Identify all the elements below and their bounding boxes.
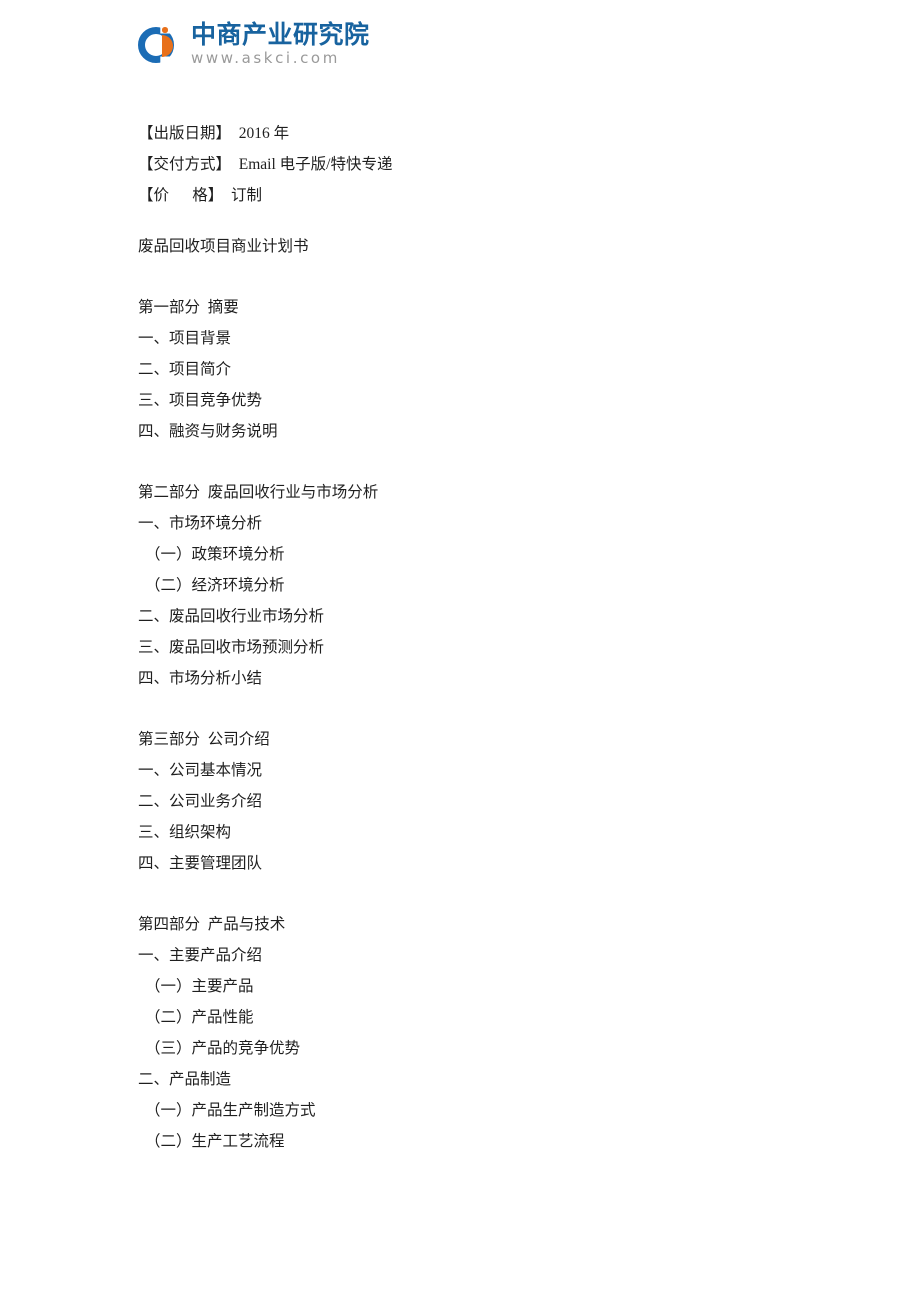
toc-entry: （三）产品的竞争优势 [145,1040,301,1057]
toc-entry: （一）主要产品 [145,978,254,995]
toc-entry: 一、主要产品介绍 [138,947,263,964]
document-body: 【出版日期】 2016 年 【交付方式】 Email 电子版/特快专递 【价 格… [138,118,838,1157]
toc-entry: （二）经济环境分析 [145,577,285,594]
metadata-label: 【交付方式】 [138,156,232,173]
toc-entry: 一、项目背景 [138,330,232,347]
toc-entry: 二、项目简介 [138,361,232,378]
logo-company-name: 中商产业研究院 [191,20,370,49]
toc-section: 第三部分 公司介绍 一、公司基本情况 二、公司业务介绍 三、组织架构 四、主要管… [138,724,838,879]
section-heading: 第一部分 摘要 [138,299,239,316]
toc-entry: 三、项目竞争优势 [138,392,263,409]
metadata-row: 【交付方式】 Email 电子版/特快专递 [138,149,838,180]
toc-entry: 三、废品回收市场预测分析 [138,639,325,656]
toc-section: 第一部分 摘要 一、项目背景 二、项目简介 三、项目竞争优势 四、融资与财务说明 [138,292,838,447]
toc-entry: 四、主要管理团队 [138,855,263,872]
page-title: 废品回收项目商业计划书 [138,238,309,255]
section-heading: 第四部分 产品与技术 [138,916,286,933]
toc-entry: 四、融资与财务说明 [138,423,278,440]
logo-website-url: www.askci.com [191,49,340,68]
toc-entry: 一、市场环境分析 [138,515,263,532]
askci-logo-icon [138,23,184,67]
toc-entry: 一、公司基本情况 [138,762,263,779]
toc-entry: （一）产品生产制造方式 [145,1102,316,1119]
metadata-value: 订制 [231,187,263,204]
section-heading: 第二部分 废品回收行业与市场分析 [138,484,379,501]
toc-entry: （二）生产工艺流程 [145,1133,285,1150]
metadata-label: 【出版日期】 [138,125,232,142]
toc-entry: 二、公司业务介绍 [138,793,263,810]
toc-entry: 三、组织架构 [138,824,232,841]
metadata-block: 【出版日期】 2016 年 【交付方式】 Email 电子版/特快专递 【价 格… [138,118,838,211]
metadata-row: 【出版日期】 2016 年 [138,118,838,149]
metadata-value: 2016 年 [238,125,290,142]
toc-entry: 二、废品回收行业市场分析 [138,608,325,625]
toc-entry: 四、市场分析小结 [138,670,263,687]
metadata-row: 【价 格】 订制 [138,180,838,211]
logo-text-block: 中商产业研究院 www.askci.com [191,20,370,68]
logo-dot-icon [162,27,168,33]
toc-entry: （二）产品性能 [145,1009,254,1026]
section-heading: 第三部分 公司介绍 [138,731,270,748]
toc-entry: 二、产品制造 [138,1071,232,1088]
toc-entry: （一）政策环境分析 [145,546,285,563]
metadata-label: 【价 格】 [138,187,224,204]
toc-section: 第四部分 产品与技术 一、主要产品介绍 （一）主要产品 （二）产品性能 （三）产… [138,909,838,1157]
toc-section: 第二部分 废品回收行业与市场分析 一、市场环境分析 （一）政策环境分析 （二）经… [138,477,838,694]
metadata-value: Email 电子版/特快专递 [238,156,393,173]
document-header: 中商产业研究院 www.askci.com [138,20,370,68]
